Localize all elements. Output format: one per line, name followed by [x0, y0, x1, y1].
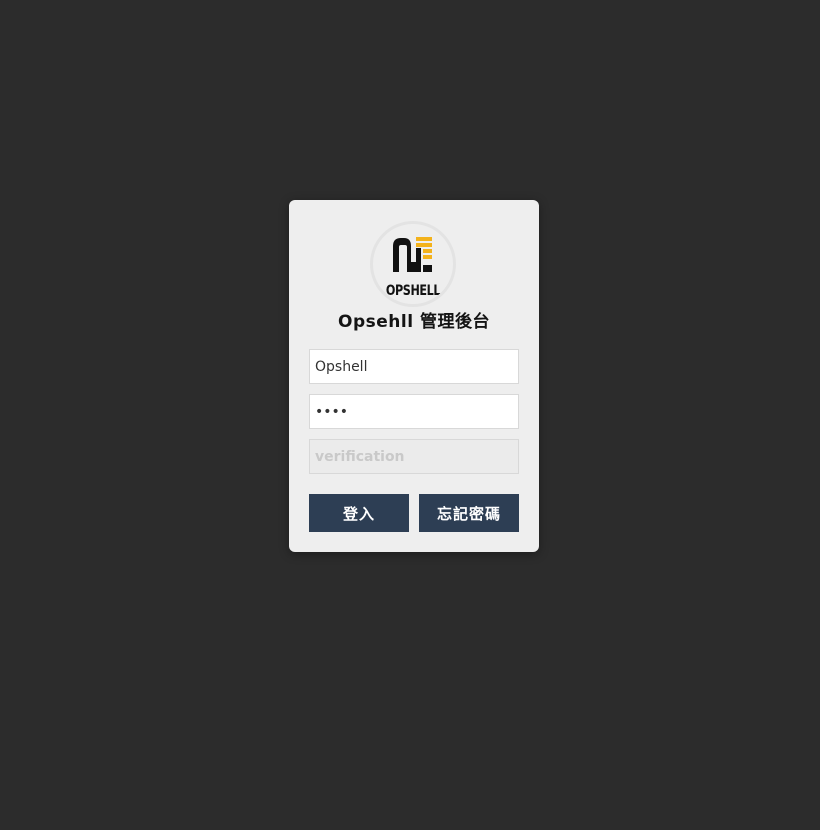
- logo-wordmark: OPSHELL: [385, 283, 441, 299]
- verification-input[interactable]: [309, 439, 519, 474]
- forgot-password-button[interactable]: 忘記密碼: [419, 494, 519, 532]
- page-title: Opsehll 管理後台: [338, 312, 490, 332]
- login-card: OPSHELL Opsehll 管理後台 登入 忘記密碼: [289, 200, 539, 552]
- logo: OPSHELL: [370, 221, 456, 307]
- login-button[interactable]: 登入: [309, 494, 409, 532]
- password-input[interactable]: [309, 394, 519, 429]
- username-input[interactable]: [309, 349, 519, 384]
